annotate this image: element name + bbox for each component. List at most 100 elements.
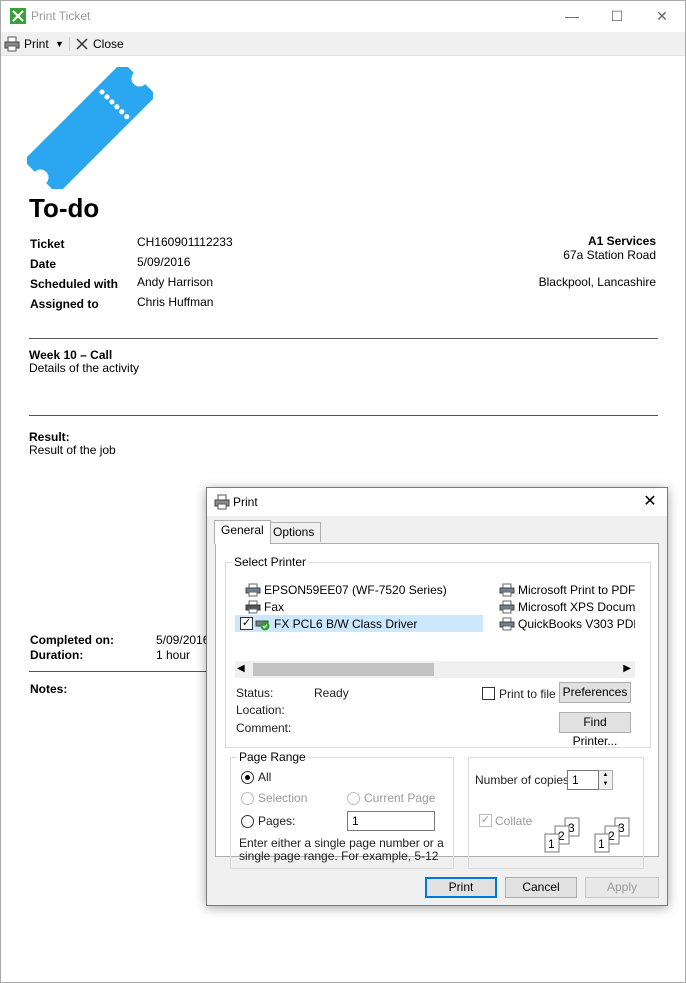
print-dialog: Print ✕ General Options Select Printer E… xyxy=(206,487,668,906)
printer-list-scrollbar[interactable]: ◀ ▶ xyxy=(235,661,635,678)
printer-name: FX PCL6 B/W Class Driver xyxy=(274,616,418,631)
preferences-button[interactable]: Preferences xyxy=(559,682,631,703)
activity-title: Week 10 – Call xyxy=(29,348,113,362)
printer-icon xyxy=(499,600,515,614)
printer-name: EPSON59EE07 (WF-7520 Series) xyxy=(264,582,447,597)
printer-icon xyxy=(4,36,20,52)
copies-label: Number of copies: xyxy=(475,773,573,787)
svg-text:1: 1 xyxy=(598,837,605,851)
toolbar: Print ▼ Close xyxy=(1,32,685,56)
copies-stepper[interactable]: ▲ ▼ xyxy=(599,770,613,790)
close-icon: ✕ xyxy=(643,493,657,510)
activity-details: Details of the activity xyxy=(29,361,140,375)
print-to-file-label: Print to file xyxy=(499,687,556,701)
collate-checkbox[interactable]: ✓ xyxy=(479,814,492,827)
printer-name: Fax xyxy=(264,599,285,614)
scheduled-with-value: Andy Harrison xyxy=(137,275,214,289)
dialog-titlebar[interactable]: Print ✕ xyxy=(207,488,667,516)
app-logo-icon xyxy=(10,8,26,24)
close-x-icon xyxy=(76,38,88,50)
print-dropdown-icon[interactable]: ▼ xyxy=(55,35,64,53)
scrollbar-thumb[interactable] xyxy=(253,663,434,676)
all-pages-radio[interactable] xyxy=(241,771,254,784)
current-page-label: Current Page xyxy=(364,791,436,805)
maximize-button[interactable]: ☐ xyxy=(602,5,632,27)
divider xyxy=(29,338,658,339)
stepper-up-icon[interactable]: ▲ xyxy=(599,771,612,780)
apply-button[interactable]: Apply xyxy=(585,877,659,898)
printer-name: Microsoft Print to PDF xyxy=(518,582,635,597)
printer-item[interactable]: Fax xyxy=(245,598,284,615)
printer-item[interactable]: Microsoft XPS Document Writer xyxy=(499,598,635,615)
close-icon: ✕ xyxy=(656,8,668,24)
all-pages-label: All xyxy=(258,770,272,784)
dialog-close-button[interactable]: ✕ xyxy=(639,491,661,513)
date-label: Date xyxy=(30,257,57,271)
page-range-title: Page Range xyxy=(237,750,308,764)
printer-name: QuickBooks V303 PDF Converter xyxy=(518,616,635,631)
close-button-label: Close xyxy=(93,37,124,51)
find-printer-button[interactable]: Find Printer... xyxy=(559,712,631,748)
collate-pages-icon: 3 2 1 3 2 1 xyxy=(544,817,630,853)
printer-item[interactable]: QuickBooks V303 PDF Converter xyxy=(499,615,635,632)
assigned-to-label: Assigned to xyxy=(30,297,99,311)
date-value: 5/09/2016 xyxy=(137,255,191,269)
result-title: Result: xyxy=(29,430,70,444)
printer-item[interactable]: EPSON59EE07 (WF-7520 Series) xyxy=(245,581,447,598)
comment-label: Comment: xyxy=(236,721,292,735)
current-page-radio[interactable] xyxy=(347,792,360,805)
tab-options[interactable]: Options xyxy=(266,522,322,542)
printer-icon xyxy=(499,583,515,597)
fax-icon xyxy=(245,600,261,614)
printer-item-selected[interactable]: ✓ FX PCL6 B/W Class Driver xyxy=(235,615,483,632)
location-label: Location: xyxy=(236,703,285,717)
status-value: Ready xyxy=(314,686,349,700)
duration-label: Duration: xyxy=(30,648,84,662)
window-titlebar[interactable]: Print Ticket — ☐ ✕ xyxy=(1,1,685,31)
selection-label: Selection xyxy=(258,791,308,805)
general-tab-panel: Select Printer EPSON59EE07 (WF-7520 Seri… xyxy=(215,543,659,869)
collate-label: Collate xyxy=(495,814,533,828)
printer-list[interactable]: EPSON59EE07 (WF-7520 Series) Fax ✓ FX PC… xyxy=(235,579,635,659)
copies-input[interactable]: 1 xyxy=(567,770,599,790)
scroll-right-icon[interactable]: ▶ xyxy=(623,663,631,674)
result-text: Result of the job xyxy=(29,443,116,457)
select-printer-group: Select Printer EPSON59EE07 (WF-7520 Seri… xyxy=(225,555,651,748)
svg-text:1: 1 xyxy=(548,837,555,851)
divider xyxy=(29,415,658,416)
scheduled-with-label: Scheduled with xyxy=(30,277,119,291)
company-name: A1 Services xyxy=(587,234,656,248)
print-button[interactable]: Print xyxy=(4,35,49,53)
close-button[interactable]: Close xyxy=(75,35,124,53)
scroll-left-icon[interactable]: ◀ xyxy=(237,663,245,674)
pages-input[interactable]: 1 xyxy=(347,811,435,831)
printer-item[interactable]: Microsoft Print to PDF xyxy=(499,581,635,598)
close-window-button[interactable]: ✕ xyxy=(647,5,677,27)
print-button[interactable]: Print xyxy=(425,877,497,898)
company-address-line1: 67a Station Road xyxy=(563,248,656,262)
notes-label: Notes: xyxy=(30,682,68,696)
company-address-line2: Blackpool, Lancashire xyxy=(538,275,656,289)
toolbar-separator xyxy=(69,37,70,51)
ticket-icon xyxy=(27,67,153,189)
page-range-help: Enter either a single page number or a s… xyxy=(239,836,444,863)
ticket-label: Ticket xyxy=(30,237,65,251)
tab-general[interactable]: General xyxy=(214,520,271,544)
duration-value: 1 hour xyxy=(156,648,191,662)
print-to-file-checkbox[interactable] xyxy=(482,687,495,700)
copies-group: Number of copies: 1 ▲ ▼ ✓ Collate 3 2 1 … xyxy=(468,757,644,869)
pages-radio[interactable] xyxy=(241,815,254,828)
printer-icon xyxy=(214,494,230,510)
default-printer-icon xyxy=(255,617,271,631)
printer-icon xyxy=(499,617,515,631)
cancel-button[interactable]: Cancel xyxy=(505,877,577,898)
completed-on-label: Completed on: xyxy=(30,633,114,647)
maximize-icon: ☐ xyxy=(610,8,624,24)
page-range-group: Page Range All Selection Current Page Pa… xyxy=(230,750,454,869)
printer-name: Microsoft XPS Document Writer xyxy=(518,599,635,614)
minimize-button[interactable]: — xyxy=(557,5,587,27)
stepper-down-icon[interactable]: ▼ xyxy=(599,780,612,789)
selection-radio[interactable] xyxy=(241,792,254,805)
completed-on-value: 5/09/2016 xyxy=(156,633,210,647)
status-label: Status: xyxy=(236,686,274,700)
